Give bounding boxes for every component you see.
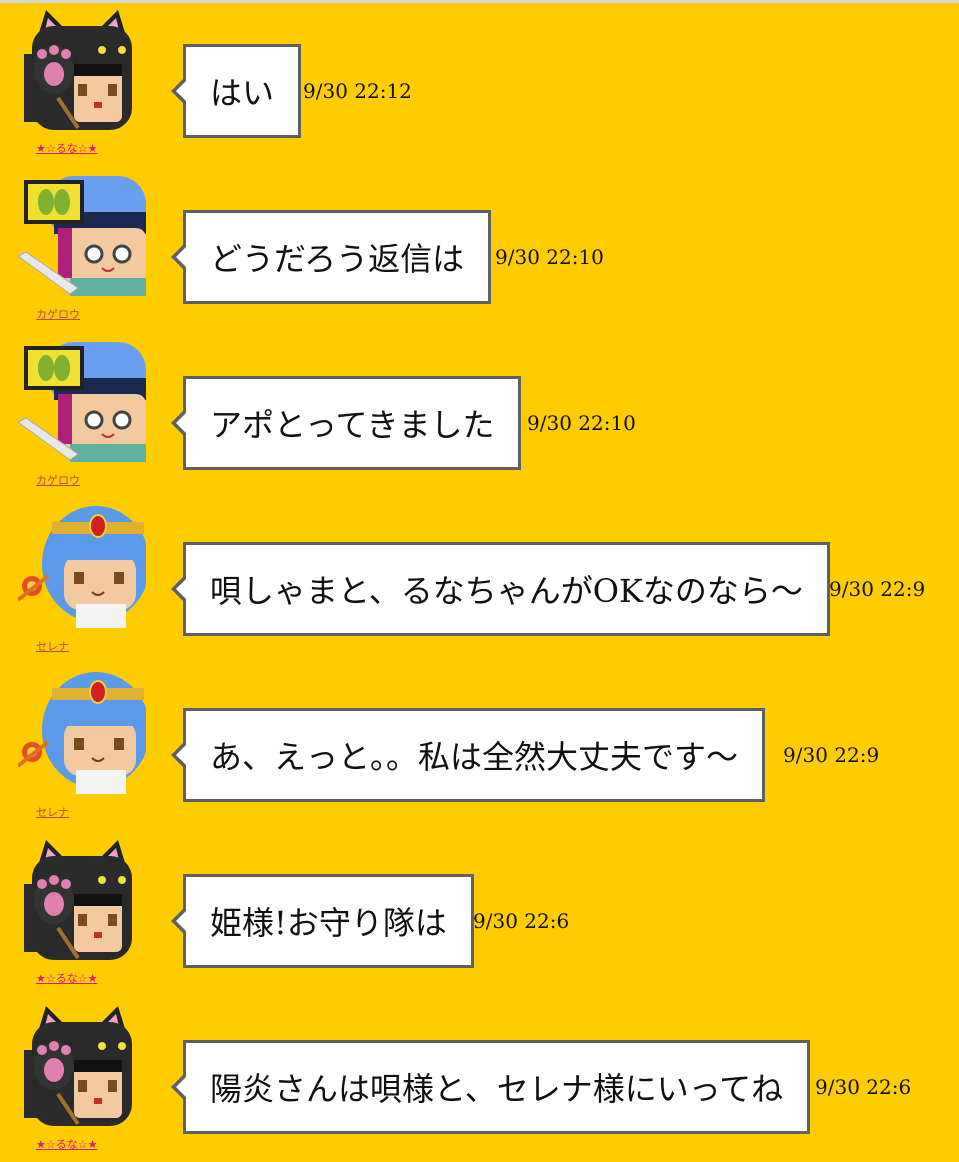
blue-hair-girl-avatar[interactable] — [18, 670, 146, 794]
message-bubble: 陽炎さんは唄様と、セレナ様にいってね — [170, 1040, 811, 1134]
chat-message: ★☆るな☆★ 陽炎さんは唄様と、セレナ様にいってね 9/30 22:6 — [0, 996, 959, 1162]
cat-girl-avatar[interactable] — [18, 1002, 146, 1126]
ninja-boy-avatar[interactable] — [18, 172, 146, 296]
timestamp: 9/30 22:10 — [495, 245, 604, 269]
message-bubble: どうだろう返信は — [170, 210, 492, 304]
username-link[interactable]: セレナ — [36, 804, 69, 820]
timestamp: 9/30 22:6 — [473, 909, 570, 933]
message-bubble: 唄しゃまと、るなちゃんがOKなのなら～ — [171, 542, 830, 636]
message-text: 姫様!お守り隊は — [210, 904, 447, 942]
message-text: あ、えっと。。私は全然大丈夫です～ — [210, 738, 739, 776]
blue-hair-girl-avatar[interactable] — [18, 504, 146, 628]
username-link[interactable]: ★☆るな☆★ — [36, 140, 97, 156]
username-link[interactable]: セレナ — [36, 638, 69, 654]
timestamp: 9/30 22:12 — [303, 79, 412, 103]
ninja-boy-avatar[interactable] — [18, 338, 146, 462]
timestamp: 9/30 22:10 — [527, 411, 636, 435]
username-link[interactable]: カゲロウ — [36, 306, 80, 322]
chat-message: セレナ あ、えっと。。私は全然大丈夫です～ 9/30 22:9 — [0, 664, 959, 830]
message-text: 陽炎さんは唄様と、セレナ様にいってね — [210, 1070, 784, 1108]
chat-message: ★☆るな☆★ 姫様!お守り隊は 9/30 22:6 — [0, 830, 959, 996]
username-link[interactable]: ★☆るな☆★ — [36, 970, 97, 986]
timestamp: 9/30 22:6 — [815, 1075, 912, 1099]
username-link[interactable]: ★☆るな☆★ — [36, 1136, 97, 1152]
message-bubble: アポとってきました — [170, 376, 522, 470]
message-text: どうだろう返信は — [210, 240, 465, 278]
message-bubble: 姫様!お守り隊は — [171, 874, 474, 968]
chat-message: ★☆るな☆★ はい 9/30 22:12 — [0, 0, 959, 166]
chat-message: セレナ 唄しゃまと、るなちゃんがOKなのなら～ 9/30 22:9 — [0, 498, 959, 664]
timestamp: 9/30 22:9 — [783, 743, 880, 767]
chat-message: カゲロウ どうだろう返信は 9/30 22:10 — [0, 166, 959, 332]
message-text: 唄しゃまと、るなちゃんがOKなのなら～ — [210, 572, 803, 610]
username-link[interactable]: カゲロウ — [36, 472, 80, 488]
cat-girl-avatar[interactable] — [18, 836, 146, 960]
timestamp: 9/30 22:9 — [829, 577, 926, 601]
message-bubble: あ、えっと。。私は全然大丈夫です～ — [170, 708, 766, 802]
cat-girl-avatar[interactable] — [18, 6, 146, 130]
message-text: アポとってきました — [210, 406, 495, 444]
chat-message: カゲロウ アポとってきました 9/30 22:10 — [0, 332, 959, 498]
message-text: はい — [210, 74, 275, 112]
message-bubble: はい — [170, 44, 302, 138]
